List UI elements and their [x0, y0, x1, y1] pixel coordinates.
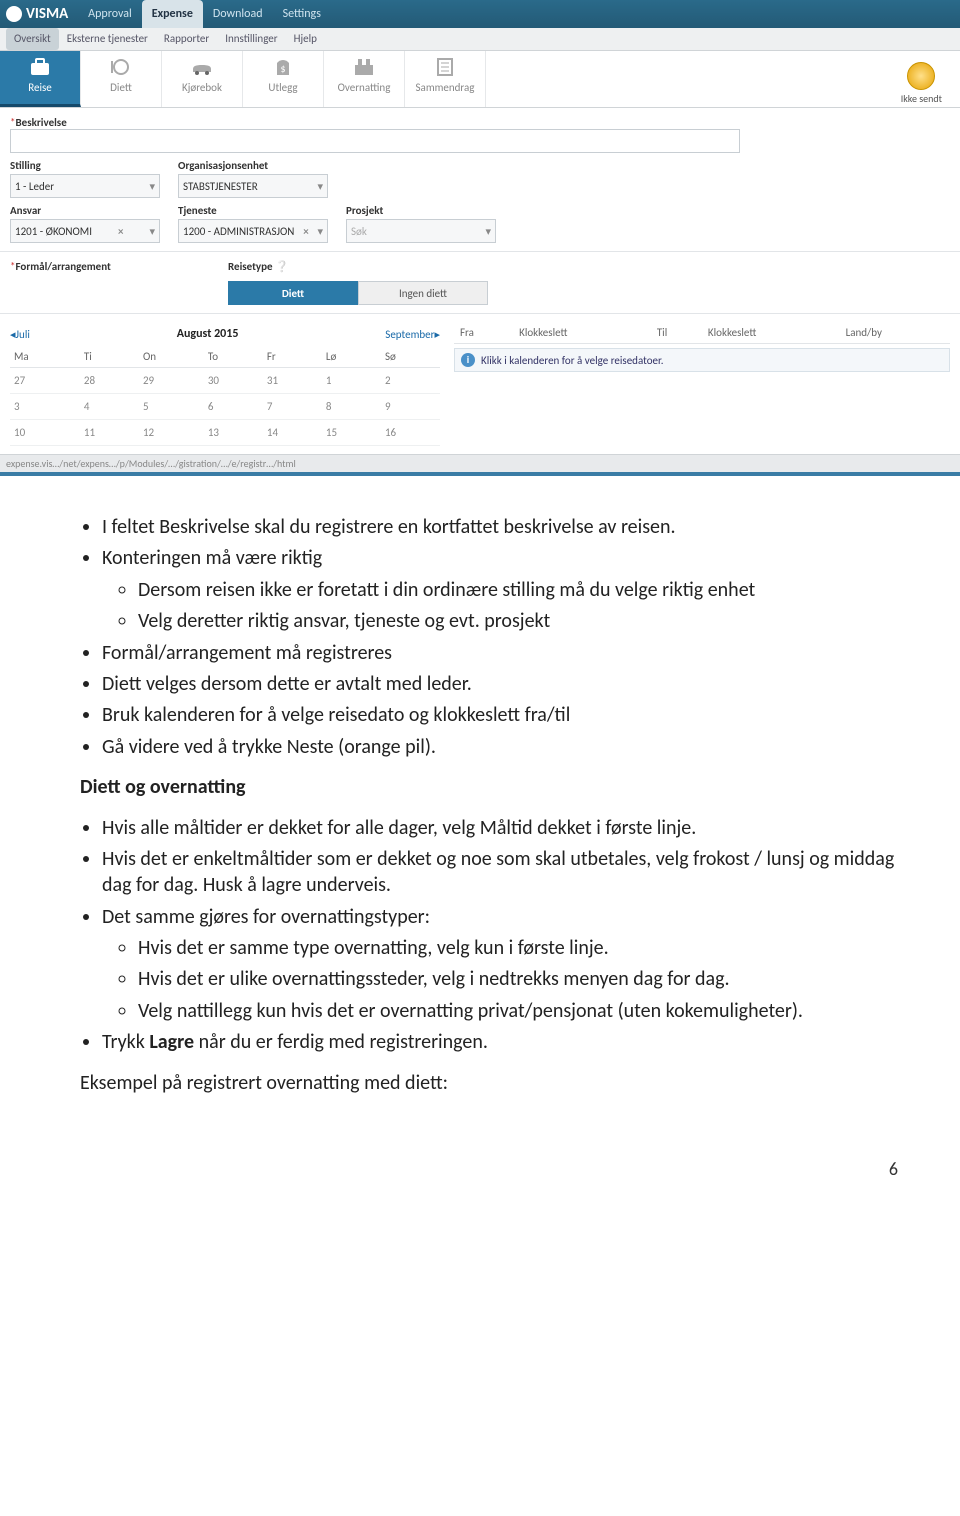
toptab-settings[interactable]: Settings [273, 0, 331, 28]
list-item: Diett velges dersom dette er avtalt med … [102, 671, 898, 697]
status-badge: Ikke sendt [901, 62, 942, 105]
toptab-approval[interactable]: Approval [78, 0, 142, 28]
label-beskrivelse: Beskrivelse [15, 116, 66, 129]
toptab-download[interactable]: Download [203, 0, 273, 28]
step-utlegg[interactable]: $Utlegg [243, 51, 324, 107]
label-prosjekt: Prosjekt [346, 204, 496, 217]
list-item: Bruk kalenderen for å velge reisedato og… [102, 702, 898, 728]
list-item: Hvis det er ulike overnattingssteder, ve… [138, 966, 898, 992]
cal-next[interactable]: September▸ [385, 328, 440, 341]
select-tjeneste[interactable]: 1200 - ADMINISTRASJON×▾ [178, 219, 328, 243]
reisetype-diett[interactable]: Diett [228, 281, 358, 305]
info-icon: i [461, 353, 475, 367]
list-item: Konteringen må være riktig Dersom reisen… [102, 545, 898, 634]
list-item: I feltet Beskrivelse skal du registrere … [102, 514, 898, 540]
list-item: Hvis det er enkeltmåltider som er dekket… [102, 846, 898, 899]
step-kjorebok[interactable]: Kjørebok [162, 51, 243, 107]
chevron-down-icon: ▾ [149, 225, 155, 238]
status-icon [907, 62, 935, 90]
step-reise[interactable]: Reise [0, 51, 81, 107]
date-panel: FraKlokkeslettTilKlokkeslettLand/by iKli… [454, 322, 950, 446]
label-reisetype: Reisetype [228, 260, 273, 273]
page-number: 6 [0, 1146, 960, 1204]
cal-prev[interactable]: ◂Juli [10, 328, 30, 341]
toptab-expense[interactable]: Expense [142, 0, 203, 28]
subtab-hjelp[interactable]: Hjelp [286, 28, 325, 50]
step-overnatting[interactable]: Overnatting [324, 51, 405, 107]
section-heading: Diett og overnatting [80, 774, 898, 800]
chevron-down-icon: ▾ [149, 180, 155, 193]
info-banner: iKlikk i kalenderen for å velge reisedat… [454, 348, 950, 372]
calendar-grid[interactable]: MaTiOnToFrLøSø 272829303112 3456789 1011… [10, 346, 440, 446]
select-orgenhet[interactable]: STABSTJENESTER▾ [178, 174, 328, 198]
subtab-innstillinger[interactable]: Innstillinger [217, 28, 285, 50]
subtab-rapporter[interactable]: Rapporter [156, 28, 217, 50]
help-icon[interactable]: ❔ [275, 260, 289, 273]
list-item: Hvis alle måltider er dekket for alle da… [102, 815, 898, 841]
label-formaal: Formål/arrangement [15, 260, 110, 273]
list-item: Velg deretter riktig ansvar, tjeneste og… [138, 608, 898, 634]
paragraph: Eksempel på registrert overnatting med d… [80, 1070, 898, 1096]
input-beskrivelse[interactable] [10, 129, 740, 153]
step-sammendrag[interactable]: Sammendrag [405, 51, 486, 107]
select-prosjekt[interactable]: Søk▾ [346, 219, 496, 243]
label-orgenhet: Organisasjonsenhet [178, 159, 328, 172]
label-tjeneste: Tjeneste [178, 204, 328, 217]
subtab-eksterne[interactable]: Eksterne tjenester [59, 28, 156, 50]
select-stilling[interactable]: 1 - Leder▾ [10, 174, 160, 198]
visma-screenshot: VISMA Approval Expense Download Settings… [0, 0, 960, 476]
label-ansvar: Ansvar [10, 204, 160, 217]
chevron-down-icon: ▾ [317, 225, 323, 238]
step-diett[interactable]: Diett [81, 51, 162, 107]
list-item: Hvis det er samme type overnatting, velg… [138, 935, 898, 961]
calendar: ◂Juli August 2015 September▸ MaTiOnToFrL… [10, 322, 440, 446]
list-item: Velg nattillegg kun hvis det er overnatt… [138, 998, 898, 1024]
reisetype-ingen-diett[interactable]: Ingen diett [358, 281, 488, 305]
sub-nav: Oversikt Eksterne tjenester Rapporter In… [0, 28, 960, 51]
clear-icon[interactable]: × [303, 225, 308, 238]
list-item: Det samme gjøres for overnattingstyper: … [102, 904, 898, 1025]
list-item: Trykk Lagre når du er ferdig med registr… [102, 1029, 898, 1055]
list-item: Gå videre ved å trykke Neste (orange pil… [102, 734, 898, 760]
step-tabs: Reise Diett Kjørebok $Utlegg Overnatting… [0, 51, 960, 108]
subtab-oversikt[interactable]: Oversikt [6, 28, 59, 50]
cal-month: August 2015 [177, 327, 239, 341]
svg-text:$: $ [280, 62, 285, 75]
label-stilling: Stilling [10, 159, 160, 172]
clear-icon[interactable]: × [118, 225, 123, 238]
top-nav: VISMA Approval Expense Download Settings [0, 0, 960, 28]
form: *Beskrivelse Stilling 1 - Leder▾ Organis… [0, 108, 960, 454]
list-item: Formål/arrangement må registreres [102, 640, 898, 666]
document-body: I feltet Beskrivelse skal du registrere … [0, 476, 960, 1146]
chevron-down-icon: ▾ [485, 225, 491, 238]
select-ansvar[interactable]: 1201 - ØKONOMI×▾ [10, 219, 160, 243]
brand: VISMA [6, 5, 68, 23]
list-item: Dersom reisen ikke er foretatt i din ord… [138, 577, 898, 603]
url-bar: expense.vis…/net/expens…/p/Modules/…/gis… [0, 454, 960, 472]
logo-icon [6, 6, 22, 22]
chevron-down-icon: ▾ [317, 180, 323, 193]
